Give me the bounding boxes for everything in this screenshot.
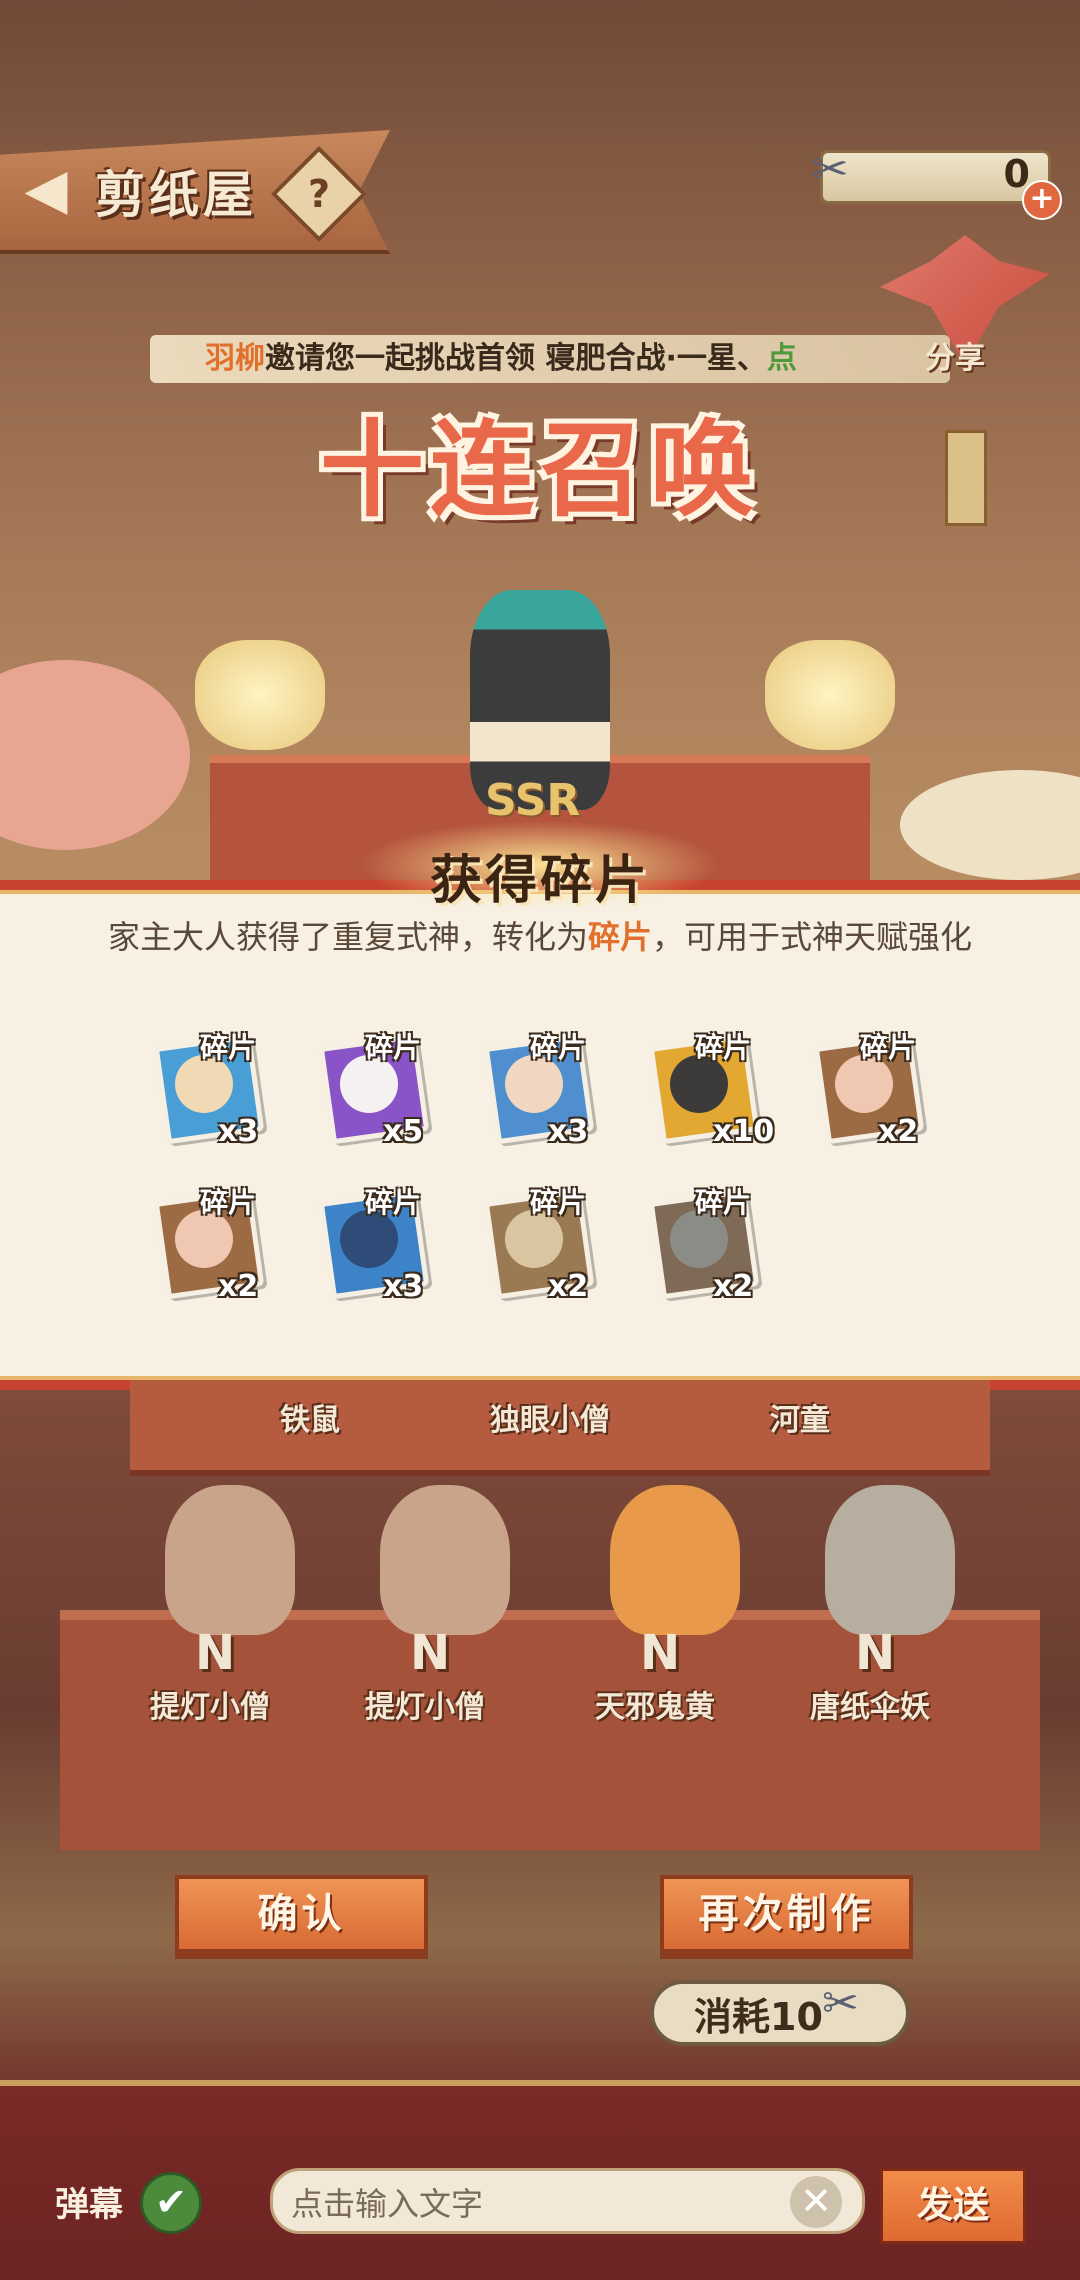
fragment-count: x10	[713, 1114, 775, 1149]
paper-doll-currency-icon: ✂	[811, 144, 849, 195]
rarity-badge: N	[410, 1625, 451, 1681]
shikigami-figure[interactable]	[610, 1485, 740, 1635]
danmu-label: 弹幕	[55, 2185, 123, 2225]
fragment-item[interactable]: 碎片 x2	[810, 1030, 930, 1150]
result-name-bottom: 提灯小僧	[365, 1690, 485, 1725]
invite-content: 邀请您一起挑战首领 寝肥合战·一星、	[265, 341, 767, 376]
fragment-item[interactable]: 碎片 x10	[645, 1030, 774, 1150]
share-link[interactable]: 分享	[925, 337, 985, 381]
fragment-label: 碎片	[695, 1186, 752, 1219]
shikigami-figure[interactable]	[825, 1485, 955, 1635]
fragment-label: 碎片	[530, 1186, 587, 1219]
confirm-button[interactable]: 确认	[175, 1875, 428, 1953]
desc-highlight: 碎片	[587, 918, 652, 956]
fragment-count: x2	[548, 1269, 589, 1304]
fragment-count: x2	[713, 1269, 754, 1304]
result-name-top: 河童	[770, 1403, 830, 1438]
desc-prefix: 家主大人获得了重复式神，转化为	[107, 918, 588, 956]
fragment-item[interactable]: 碎片 x2	[645, 1185, 765, 1305]
invite-user: 羽柳	[205, 341, 265, 376]
result-name-top: 铁鼠	[280, 1403, 340, 1438]
fragment-label: 碎片	[200, 1186, 257, 1219]
fragment-item[interactable]: 碎片 x2	[480, 1185, 600, 1305]
fragment-count: x3	[218, 1114, 259, 1149]
fragment-label: 碎片	[365, 1186, 422, 1219]
lantern-left	[195, 640, 325, 750]
danmu-toggle-check-icon[interactable]: ✔	[140, 2172, 202, 2234]
panel-title: 获得碎片	[429, 851, 650, 911]
cloud-decoration-left	[0, 660, 190, 850]
send-button[interactable]: 发送	[880, 2168, 1026, 2244]
fragment-label: 碎片	[530, 1031, 587, 1064]
ssr-badge: SSR	[485, 775, 581, 826]
add-currency-button[interactable]: +	[1022, 180, 1062, 220]
fragment-label: 碎片	[695, 1031, 752, 1064]
panel-description: 家主大人获得了重复式神，转化为碎片，可用于式神天赋强化	[0, 912, 1080, 958]
currency-value: 0	[1003, 152, 1030, 196]
fragment-label: 碎片	[200, 1031, 257, 1064]
fragment-item[interactable]: 碎片 x3	[150, 1030, 270, 1150]
result-name-top: 独眼小僧	[490, 1403, 610, 1438]
back-arrow-icon[interactable]: ◀	[16, 160, 76, 220]
chat-input[interactable]: 点击输入文字	[270, 2168, 865, 2234]
fragment-count: x3	[383, 1269, 424, 1304]
shikigami-figure[interactable]	[380, 1485, 510, 1635]
fragment-count: x2	[218, 1269, 259, 1304]
fragment-item[interactable]: 碎片 x3	[480, 1030, 600, 1150]
fragment-count: x5	[383, 1114, 424, 1149]
result-name-bottom: 唐纸伞妖	[810, 1690, 930, 1725]
lantern-right	[765, 640, 895, 750]
result-name-bottom: 提灯小僧	[150, 1690, 270, 1725]
invite-click: 点	[766, 341, 797, 376]
page-title: 剪纸屋	[95, 166, 257, 224]
shikigami-figure[interactable]	[165, 1485, 295, 1635]
fragment-item[interactable]: 碎片 x5	[315, 1030, 435, 1150]
fragment-count: x3	[548, 1114, 589, 1149]
rarity-badge: N	[195, 1625, 236, 1681]
fragment-item[interactable]: 碎片 x2	[150, 1185, 270, 1305]
ten-pull-title: 十连召唤	[319, 409, 760, 531]
cost-badge: 消耗10	[650, 1980, 910, 2046]
desc-suffix: ，可用于式神天赋强化	[652, 918, 973, 956]
clear-input-icon[interactable]: ✕	[790, 2176, 842, 2228]
make-again-button[interactable]: 再次制作	[660, 1875, 913, 1953]
summon-result-screen: { "header": { "title": "剪纸屋", "back_icon…	[0, 0, 1080, 2280]
question-icon: ?	[307, 172, 331, 216]
result-name-bottom: 天邪鬼黄	[595, 1690, 715, 1725]
paper-doll-cost-icon: ✂	[822, 1978, 859, 2029]
fragment-label: 碎片	[860, 1031, 917, 1064]
invite-message: 羽柳邀请您一起挑战首领 寝肥合战·一星、点	[205, 337, 797, 381]
rarity-badge: N	[855, 1625, 896, 1681]
fragment-label: 碎片	[365, 1031, 422, 1064]
fragment-item[interactable]: 碎片 x3	[315, 1185, 435, 1305]
rarity-badge: N	[640, 1625, 681, 1681]
fragment-count: x2	[878, 1114, 919, 1149]
